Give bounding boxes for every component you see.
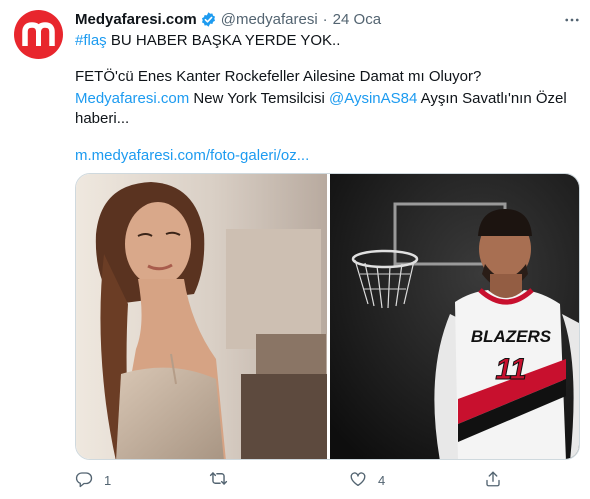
reply-button[interactable]: 1 [75,470,111,490]
author-name[interactable]: Medyafaresi.com [75,11,197,28]
media-grid[interactable]: BLAZERS 11 [75,173,580,460]
media-photo-woman[interactable] [76,174,327,459]
more-options-icon[interactable] [562,10,582,30]
like-count: 4 [378,472,386,488]
like-button[interactable]: 4 [349,470,385,490]
tweet-text-url: m.medyafaresi.com/foto-galeri/oz... [75,146,570,166]
retweet-button[interactable] [209,470,239,490]
share-icon [484,470,502,491]
mention-link[interactable]: @AysinAS84 [329,90,417,107]
medyafaresi-logo-icon [22,22,55,46]
share-button[interactable] [484,470,502,490]
media-photo-player[interactable]: BLAZERS 11 [330,174,579,459]
verified-badge-icon [200,11,217,28]
tweet[interactable]: Medyafaresi.com @medyafaresi · 24 Oca #f… [0,0,590,499]
tweet-actions: 1 4 [75,470,580,490]
tweet-timestamp[interactable]: 24 Oca [333,11,381,28]
tweet-body-text-2: Ayşın Savatlı'nın Özel [417,90,567,107]
avatar[interactable] [14,10,63,59]
tweet-text-line-2: FETÖ'cü Enes Kanter Rockefeller Ailesine… [75,68,482,85]
like-icon [349,470,367,491]
separator-dot: · [322,10,328,28]
tweet-header: Medyafaresi.com @medyafaresi · 24 Oca [75,9,381,29]
hashtag-link[interactable]: #flaş [75,32,107,49]
tweet-text-line-3: Medyafaresi.com New York Temsilcisi @Ays… [75,89,570,109]
retweet-icon [209,469,228,491]
author-handle[interactable]: @medyafaresi [221,11,318,28]
site-link[interactable]: Medyafaresi.com [75,90,189,107]
jersey-number: 11 [495,353,526,386]
tweet-headline-text: BU HABER BAŞKA YERDE YOK.. [106,32,341,49]
tweet-text-line-4: haberi... [75,110,130,127]
article-url-link[interactable]: m.medyafaresi.com/foto-galeri/oz... [75,147,309,164]
reply-icon [75,470,93,491]
jersey-word: BLAZERS [471,327,552,346]
tweet-text-line-1: #flaş BU HABER BAŞKA YERDE YOK.. [75,31,570,51]
reply-count: 1 [104,472,112,488]
tweet-body-text: New York Temsilcisi [189,90,329,107]
